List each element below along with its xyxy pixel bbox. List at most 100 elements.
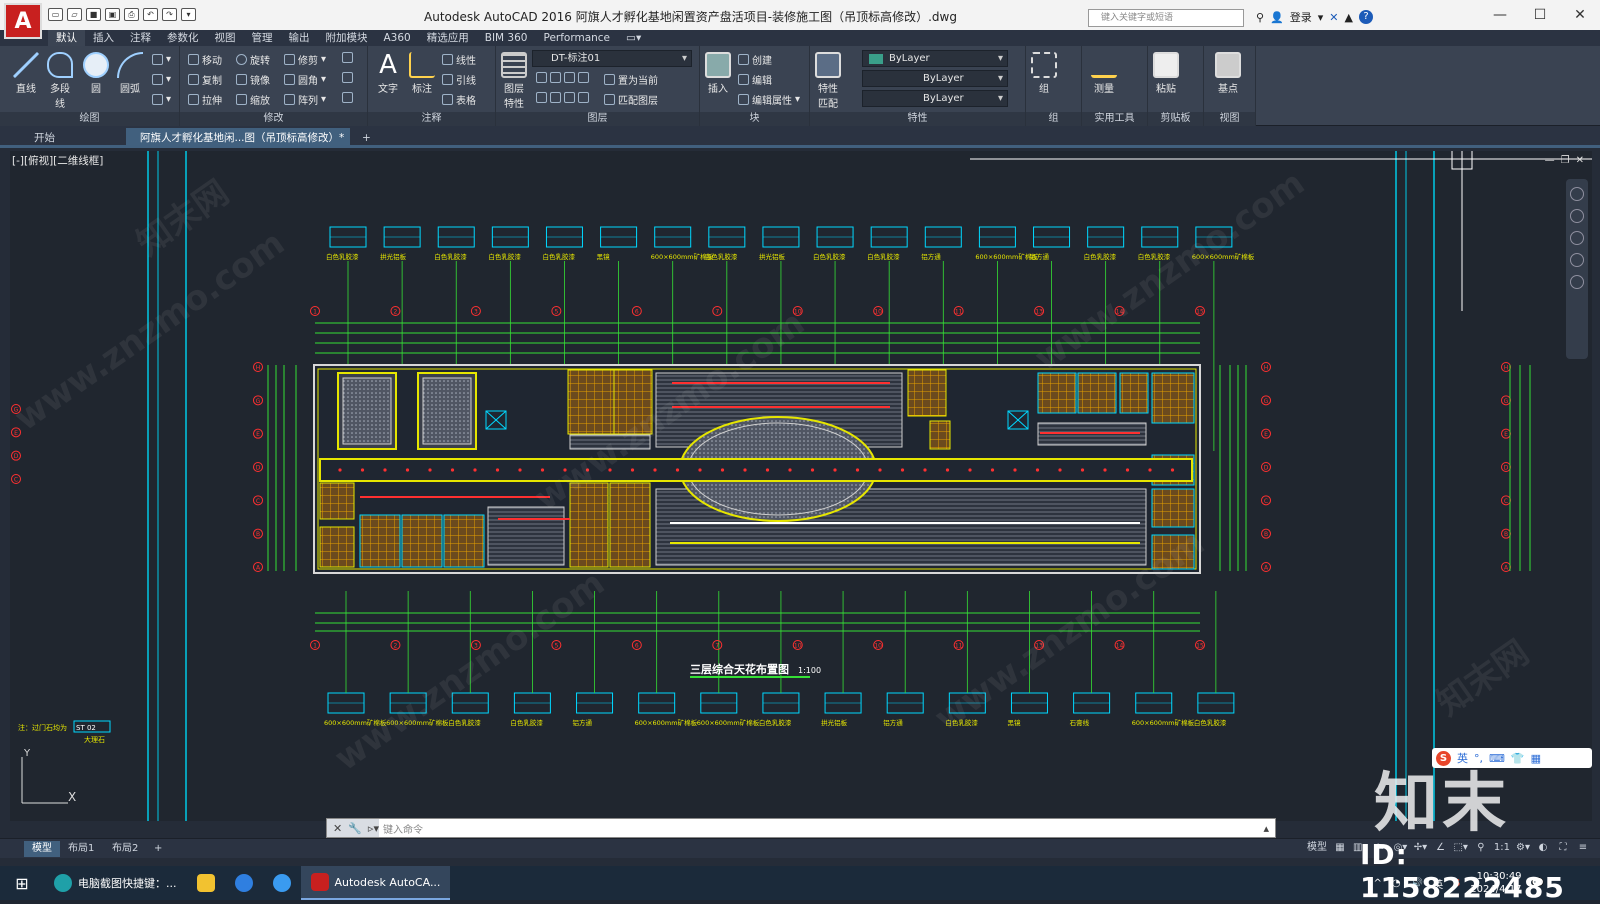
dimension-tool[interactable]: 标注 [408, 52, 436, 95]
layer-dropdown[interactable]: DT-标注01 [532, 50, 692, 67]
rotate-button[interactable]: 旋转 [236, 52, 270, 67]
ime-language[interactable]: 英 [1457, 750, 1468, 766]
layer-tools-row[interactable] [536, 72, 589, 83]
hatch-icon[interactable]: ▾ [152, 74, 171, 85]
group-tool[interactable]: 组 [1030, 52, 1058, 95]
redo-icon[interactable]: ↷ [162, 8, 177, 21]
autocad-logo-button[interactable]: A [4, 3, 42, 39]
open-file-icon[interactable]: ▱ [67, 8, 82, 21]
add-layout-button[interactable]: + [146, 841, 170, 857]
block-panel-label[interactable]: 块 [700, 112, 809, 126]
tab-view[interactable]: 视图 [207, 30, 244, 46]
annotation-panel-label[interactable]: 注释 [368, 112, 495, 126]
command-line[interactable]: ✕ 🔧 ▹▾ 键入命令 ▴ [326, 818, 1276, 838]
scale-button[interactable]: 缩放 [236, 92, 270, 107]
new-file-icon[interactable]: ▭ [48, 8, 63, 21]
layer-properties-tool[interactable]: 图层特性 [500, 52, 528, 110]
fillet-button[interactable]: 圆角 ▾ [284, 72, 326, 87]
tab-bim360[interactable]: BIM 360 [477, 30, 536, 46]
text-tool[interactable]: A 文字 [374, 52, 402, 95]
model-space-toggle[interactable]: 模型 [1307, 841, 1327, 855]
layout-tab-1[interactable]: 布局1 [60, 841, 102, 857]
region-icon[interactable]: ▾ [152, 94, 171, 105]
ime-punctuation-icon[interactable]: °, [1474, 752, 1483, 765]
tab-performance[interactable]: Performance [535, 30, 618, 46]
circle-tool[interactable]: 圆 [82, 52, 110, 95]
line-tool[interactable]: 直线 [12, 52, 40, 95]
exchange-icon[interactable]: ✕ [1329, 11, 1338, 24]
print-icon[interactable]: ⎙ [124, 8, 139, 21]
set-current-button[interactable]: 置为当前 [604, 72, 658, 87]
color-dropdown[interactable]: ByLayer [862, 50, 1008, 67]
save-as-icon[interactable]: ▣ [105, 8, 120, 21]
viewport-controls-label[interactable]: [-][俯视][二维线框] [12, 153, 103, 168]
tab-annotate[interactable]: 注释 [122, 30, 159, 46]
paste-tool[interactable]: 粘贴 [1152, 52, 1180, 95]
mirror-button[interactable]: 镜像 [236, 72, 270, 87]
taskbar-item-app-k[interactable] [225, 866, 263, 900]
trim-button[interactable]: 修剪 ▾ [284, 52, 326, 67]
tab-insert[interactable]: 插入 [85, 30, 122, 46]
command-history-chevron-icon[interactable]: ▴ [1257, 822, 1275, 835]
viewport-minimize-icon[interactable]: — [1545, 155, 1555, 166]
ime-tools-icon[interactable]: ▦ [1531, 752, 1541, 765]
layer-tools-row-2[interactable] [536, 92, 589, 103]
insert-tool[interactable]: 插入 [704, 52, 732, 95]
tab-featured-apps[interactable]: 精选应用 [419, 30, 477, 46]
table-button[interactable]: 表格 [442, 92, 476, 107]
command-close-icon[interactable]: ✕ [333, 822, 342, 835]
maximize-icon[interactable]: ☐ [1520, 0, 1560, 30]
edit-block-button[interactable]: 编辑 [738, 72, 772, 87]
offset-icon[interactable] [342, 92, 353, 103]
match-layer-button[interactable]: 匹配图层 [604, 92, 658, 107]
command-input[interactable]: 键入命令 [379, 821, 1257, 836]
taskbar-item-explorer[interactable] [187, 866, 225, 900]
move-button[interactable]: 移动 [188, 52, 222, 67]
clipboard-panel-label[interactable]: 剪贴板 [1148, 112, 1203, 126]
ime-keyboard-icon[interactable]: ⌨ [1489, 752, 1505, 765]
tab-output[interactable]: 输出 [281, 30, 318, 46]
tab-default[interactable]: 默认 [48, 30, 85, 46]
base-tool[interactable]: 基点 [1214, 52, 1242, 95]
grid-icon[interactable]: ▦ [1333, 841, 1347, 855]
drawing-canvas[interactable]: [-][俯视][二维线框] — ❐ ✕ 白色乳胶漆 拱光铝板 白色乳胶漆 白色乳胶 [10, 151, 1592, 821]
leader-button[interactable]: 引线 [442, 72, 476, 87]
close-icon[interactable]: ✕ [1560, 0, 1600, 30]
erase-icon[interactable] [342, 52, 353, 63]
lineweight-dropdown[interactable]: ByLayer [862, 90, 1008, 107]
tab-active-drawing[interactable]: 阿旗人才孵化基地闲...图（吊顶标高修改）* ✕ [126, 128, 350, 164]
command-settings-icon[interactable]: 🔧 [348, 822, 362, 835]
taskbar-item-autocad[interactable]: Autodesk AutoCA... [300, 866, 451, 900]
measure-tool[interactable]: 测量 [1090, 52, 1118, 95]
ime-skin-icon[interactable]: 👕 [1511, 752, 1525, 765]
properties-panel-label[interactable]: 特性 [810, 112, 1025, 126]
ime-toolbar[interactable]: S 英 °, ⌨ 👕 ▦ [1432, 748, 1592, 768]
new-tab-button[interactable]: + [356, 128, 380, 148]
layers-panel-label[interactable]: 图层 [496, 112, 699, 126]
binoculars-icon[interactable]: ⚲ [1256, 11, 1264, 24]
tab-addins[interactable]: 附加模块 [318, 30, 376, 46]
match-properties-tool[interactable]: 特性匹配 [814, 52, 842, 110]
tab-a360[interactable]: A360 [376, 30, 419, 46]
minimize-icon[interactable]: — [1480, 0, 1520, 30]
viewport-close-icon[interactable]: ✕ [1576, 155, 1584, 166]
tab-parametric[interactable]: 参数化 [159, 30, 207, 46]
layout-tab-2[interactable]: 布局2 [104, 841, 146, 857]
layout-tab-model[interactable]: 模型 [24, 841, 60, 857]
tab-start[interactable]: 开始 [20, 128, 126, 148]
search-input[interactable]: 键入关键字或短语 [1088, 9, 1244, 27]
account-area[interactable]: ⚲ 👤 登录 ▾ ✕ ▲ ? [1256, 9, 1373, 25]
taskbar-item-edge[interactable]: 电脑截图快捷键：... [44, 866, 187, 900]
a360-icon[interactable]: ▲ [1345, 11, 1353, 24]
viewport-restore-icon[interactable]: ❐ [1561, 155, 1570, 166]
draw-panel-label[interactable]: 绘图 [0, 112, 179, 126]
help-icon[interactable]: ? [1358, 10, 1373, 24]
utilities-panel-label[interactable]: 实用工具 [1082, 112, 1147, 126]
create-block-button[interactable]: 创建 [738, 52, 772, 67]
linear-button[interactable]: 线性 [442, 52, 476, 67]
ribbon-toggle-icon[interactable]: ▭▾ [618, 30, 649, 46]
save-icon[interactable]: ■ [86, 8, 101, 21]
modify-panel-label[interactable]: 修改 [180, 112, 367, 126]
array-button[interactable]: 阵列 ▾ [284, 92, 326, 107]
undo-icon[interactable]: ↶ [143, 8, 158, 21]
